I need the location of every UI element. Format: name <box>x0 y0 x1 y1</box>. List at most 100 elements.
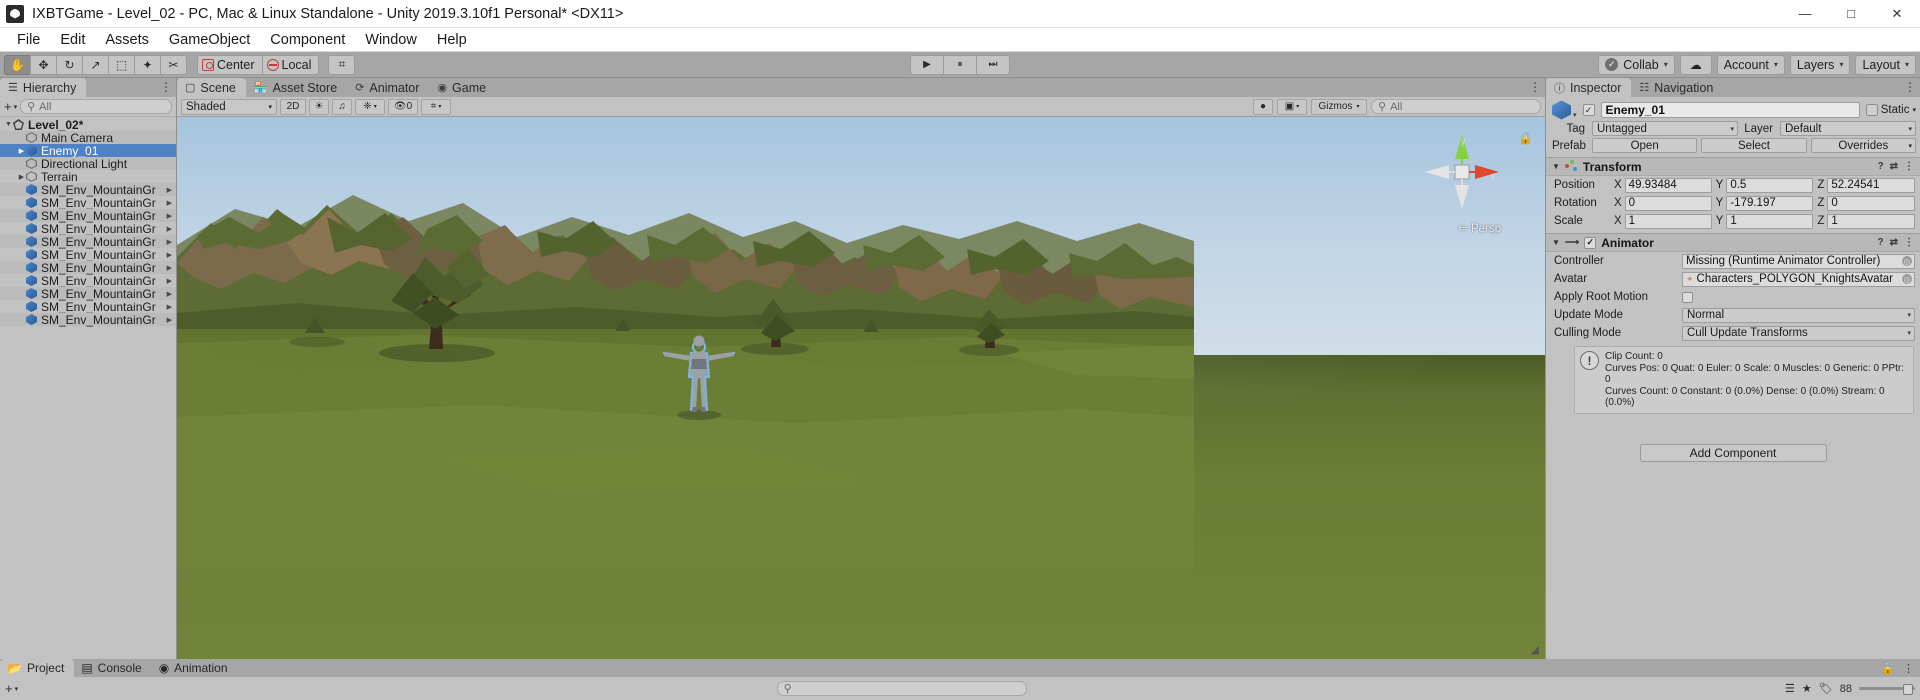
hand-tool-button[interactable]: ✋ <box>4 54 31 75</box>
tab-navigation[interactable]: ☷ Navigation <box>1631 78 1724 97</box>
prefab-open-arrow-icon[interactable]: ▶ <box>167 186 172 194</box>
menu-edit[interactable]: Edit <box>51 29 94 51</box>
layer-dropdown[interactable]: Default ▾ <box>1780 121 1916 136</box>
toggle-2d-button[interactable]: 2D <box>280 98 306 115</box>
hierarchy-item-sm-env-mountaingr[interactable]: SM_Env_MountainGr ▶ <box>0 183 176 197</box>
rect-tool-button[interactable]: ⬚ <box>108 54 135 75</box>
hierarchy-item-sm-env-mountaingr[interactable]: SM_Env_MountainGr ▶ <box>0 209 176 223</box>
grid-snap-button[interactable]: ⌗ <box>328 54 356 75</box>
star-icon[interactable]: ★ <box>1802 682 1812 695</box>
avatar-object-field[interactable]: ✦ Characters_POLYGON_KnightsAvatar ◎ <box>1682 271 1915 287</box>
menu-gameobject[interactable]: GameObject <box>160 29 259 51</box>
scene-camera-button[interactable]: ▣ ▾ <box>1277 98 1307 115</box>
hierarchy-list[interactable]: ▼ Level_02* Main Camera ▶ Enemy_01 Directiona… <box>0 117 176 659</box>
rotation-y-input[interactable]: -179.197 <box>1726 195 1814 211</box>
controller-object-field[interactable]: Missing (Runtime Animator Controller) ◎ <box>1682 253 1915 269</box>
prefab-open-arrow-icon[interactable]: ▶ <box>167 290 172 298</box>
object-name-field[interactable]: Enemy_01 <box>1600 102 1860 118</box>
tab-console[interactable]: ▤ Console <box>74 659 151 677</box>
perspective-label[interactable]: ⇐ Persp <box>1458 221 1501 235</box>
culling-mode-dropdown[interactable]: Cull Update Transforms ▾ <box>1682 325 1915 341</box>
tab-inspector[interactable]: ⓘ Inspector <box>1546 78 1632 97</box>
pivot-rotation-button[interactable]: Local <box>261 54 320 75</box>
animator-foldout-icon[interactable]: ▼ <box>1552 238 1560 247</box>
static-checkbox[interactable] <box>1865 104 1878 116</box>
tab-hierarchy[interactable]: ☰ Hierarchy <box>0 78 87 97</box>
scene-viewport[interactable]: y x ⇐ Persp 🔒 ◢ <box>177 117 1545 659</box>
static-toggle[interactable]: Static ▾ <box>1865 104 1916 116</box>
prefab-open-arrow-icon[interactable]: ▶ <box>167 225 172 233</box>
gizmos-button[interactable]: Gizmos ▾ <box>1311 98 1367 115</box>
prefab-overrides-button[interactable]: Overrides ▾ <box>1810 138 1916 153</box>
cloud-services-button[interactable]: ☁ <box>1679 54 1712 75</box>
tag-icon[interactable]: 🏷 <box>1819 682 1833 695</box>
selected-character-gizmo[interactable] <box>639 319 759 429</box>
prefab-open-arrow-icon[interactable]: ▶ <box>167 199 172 207</box>
component-menu-icon[interactable]: ⋮ <box>1904 237 1914 248</box>
scene-audio-toggle[interactable]: ● <box>1253 98 1273 115</box>
rotation-z-input[interactable]: 0 <box>1827 195 1916 211</box>
step-button[interactable]: ⏭ <box>976 54 1010 75</box>
hierarchy-item-sm-env-mountaingr[interactable]: SM_Env_MountainGr ▶ <box>0 287 176 301</box>
scene-visibility-button[interactable]: 👁 0 <box>388 98 418 115</box>
scale-z-input[interactable]: 1 <box>1827 213 1916 229</box>
rotation-x-input[interactable]: 0 <box>1624 195 1712 211</box>
prefab-open-arrow-icon[interactable]: ▶ <box>167 251 172 259</box>
object-picker-icon[interactable]: ◎ <box>1902 256 1912 266</box>
inspector-menu-icon[interactable]: ⋮ <box>1904 80 1920 97</box>
create-object-button[interactable]: + ▾ <box>4 99 17 114</box>
lock-icon[interactable]: 🔒 <box>1881 662 1895 675</box>
hierarchy-item-main-camera[interactable]: Main Camera <box>0 131 176 145</box>
tag-dropdown[interactable]: Untagged ▾ <box>1592 121 1738 136</box>
menu-help[interactable]: Help <box>428 29 476 51</box>
tab-animator[interactable]: ⟳ Animator <box>347 78 430 97</box>
project-create-button[interactable]: + ▾ <box>5 681 18 696</box>
scene-search-input[interactable]: ⚲ All <box>1371 99 1541 114</box>
position-z-input[interactable]: 52.24541 <box>1827 177 1916 193</box>
preset-icon[interactable]: ⇄ <box>1890 237 1898 248</box>
collab-button[interactable]: ✓ Collab ▾ <box>1598 54 1675 75</box>
help-icon[interactable]: ? <box>1878 161 1884 172</box>
hierarchy-item-terrain[interactable]: ▶ Terrain <box>0 170 176 184</box>
hierarchy-item-sm-env-mountaingr[interactable]: SM_Env_MountainGr ▶ <box>0 313 176 327</box>
scale-tool-button[interactable]: ↗ <box>82 54 109 75</box>
rotate-tool-button[interactable]: ↻ <box>56 54 83 75</box>
expand-twisty-icon[interactable]: ▼ <box>4 121 13 128</box>
menu-file[interactable]: File <box>8 29 49 51</box>
close-button[interactable]: ✕ <box>1874 0 1920 28</box>
shading-mode-dropdown[interactable]: Shaded ▾ <box>181 98 277 115</box>
apply-root-motion-checkbox[interactable] <box>1682 291 1693 303</box>
play-button[interactable]: ▶ <box>910 54 944 75</box>
pivot-mode-button[interactable]: Center <box>197 54 263 75</box>
add-component-button[interactable]: Add Component <box>1639 443 1827 462</box>
tab-animation[interactable]: ◉ Animation <box>152 659 238 677</box>
tab-project[interactable]: 📂 Project <box>0 659 75 677</box>
bottom-menu-icon[interactable]: ⋮ <box>1903 662 1914 675</box>
tab-game[interactable]: ◉ Game <box>429 78 497 97</box>
scene-view-gizmo[interactable]: y x <box>1419 129 1505 215</box>
lock-icon[interactable]: 🔒 <box>1518 131 1533 145</box>
hierarchy-item-level-02[interactable]: ▼ Level_02* <box>0 118 176 132</box>
tab-scene[interactable]: ▢ Scene <box>177 78 246 97</box>
component-menu-icon[interactable]: ⋮ <box>1904 161 1914 172</box>
hierarchy-item-sm-env-mountaingr[interactable]: SM_Env_MountainGr ▶ <box>0 196 176 210</box>
tab-asset-store[interactable]: 🏪 Asset Store <box>245 78 348 97</box>
hierarchy-item-sm-env-mountaingr[interactable]: SM_Env_MountainGr ▶ <box>0 222 176 236</box>
icon-size-slider[interactable] <box>1858 684 1915 695</box>
menu-assets[interactable]: Assets <box>96 29 158 51</box>
maximize-button[interactable]: □ <box>1828 0 1874 28</box>
scale-y-input[interactable]: 1 <box>1726 213 1814 229</box>
help-icon[interactable]: ? <box>1878 237 1884 248</box>
transform-tool-button[interactable]: ✦ <box>134 54 161 75</box>
hierarchy-item-directional-light[interactable]: Directional Light <box>0 157 176 171</box>
scene-audio-button[interactable]: ♫ <box>332 98 352 115</box>
scene-menu-icon[interactable]: ⋮ <box>1529 80 1545 97</box>
prefab-open-arrow-icon[interactable]: ▶ <box>167 277 172 285</box>
scale-x-input[interactable]: 1 <box>1624 213 1712 229</box>
transform-component-header[interactable]: ▼ Transform ? ⇄ ⋮ <box>1546 157 1920 176</box>
object-picker-icon[interactable]: ◎ <box>1902 274 1912 284</box>
animator-component-header[interactable]: ▼ ⟶ ✓ Animator ? ⇄ ⋮ <box>1546 233 1920 252</box>
custom-editor-tool-button[interactable]: ✂ <box>160 54 187 75</box>
expand-twisty-icon[interactable]: ▶ <box>17 173 26 181</box>
chevron-down-icon[interactable]: ▾ <box>1573 111 1577 119</box>
